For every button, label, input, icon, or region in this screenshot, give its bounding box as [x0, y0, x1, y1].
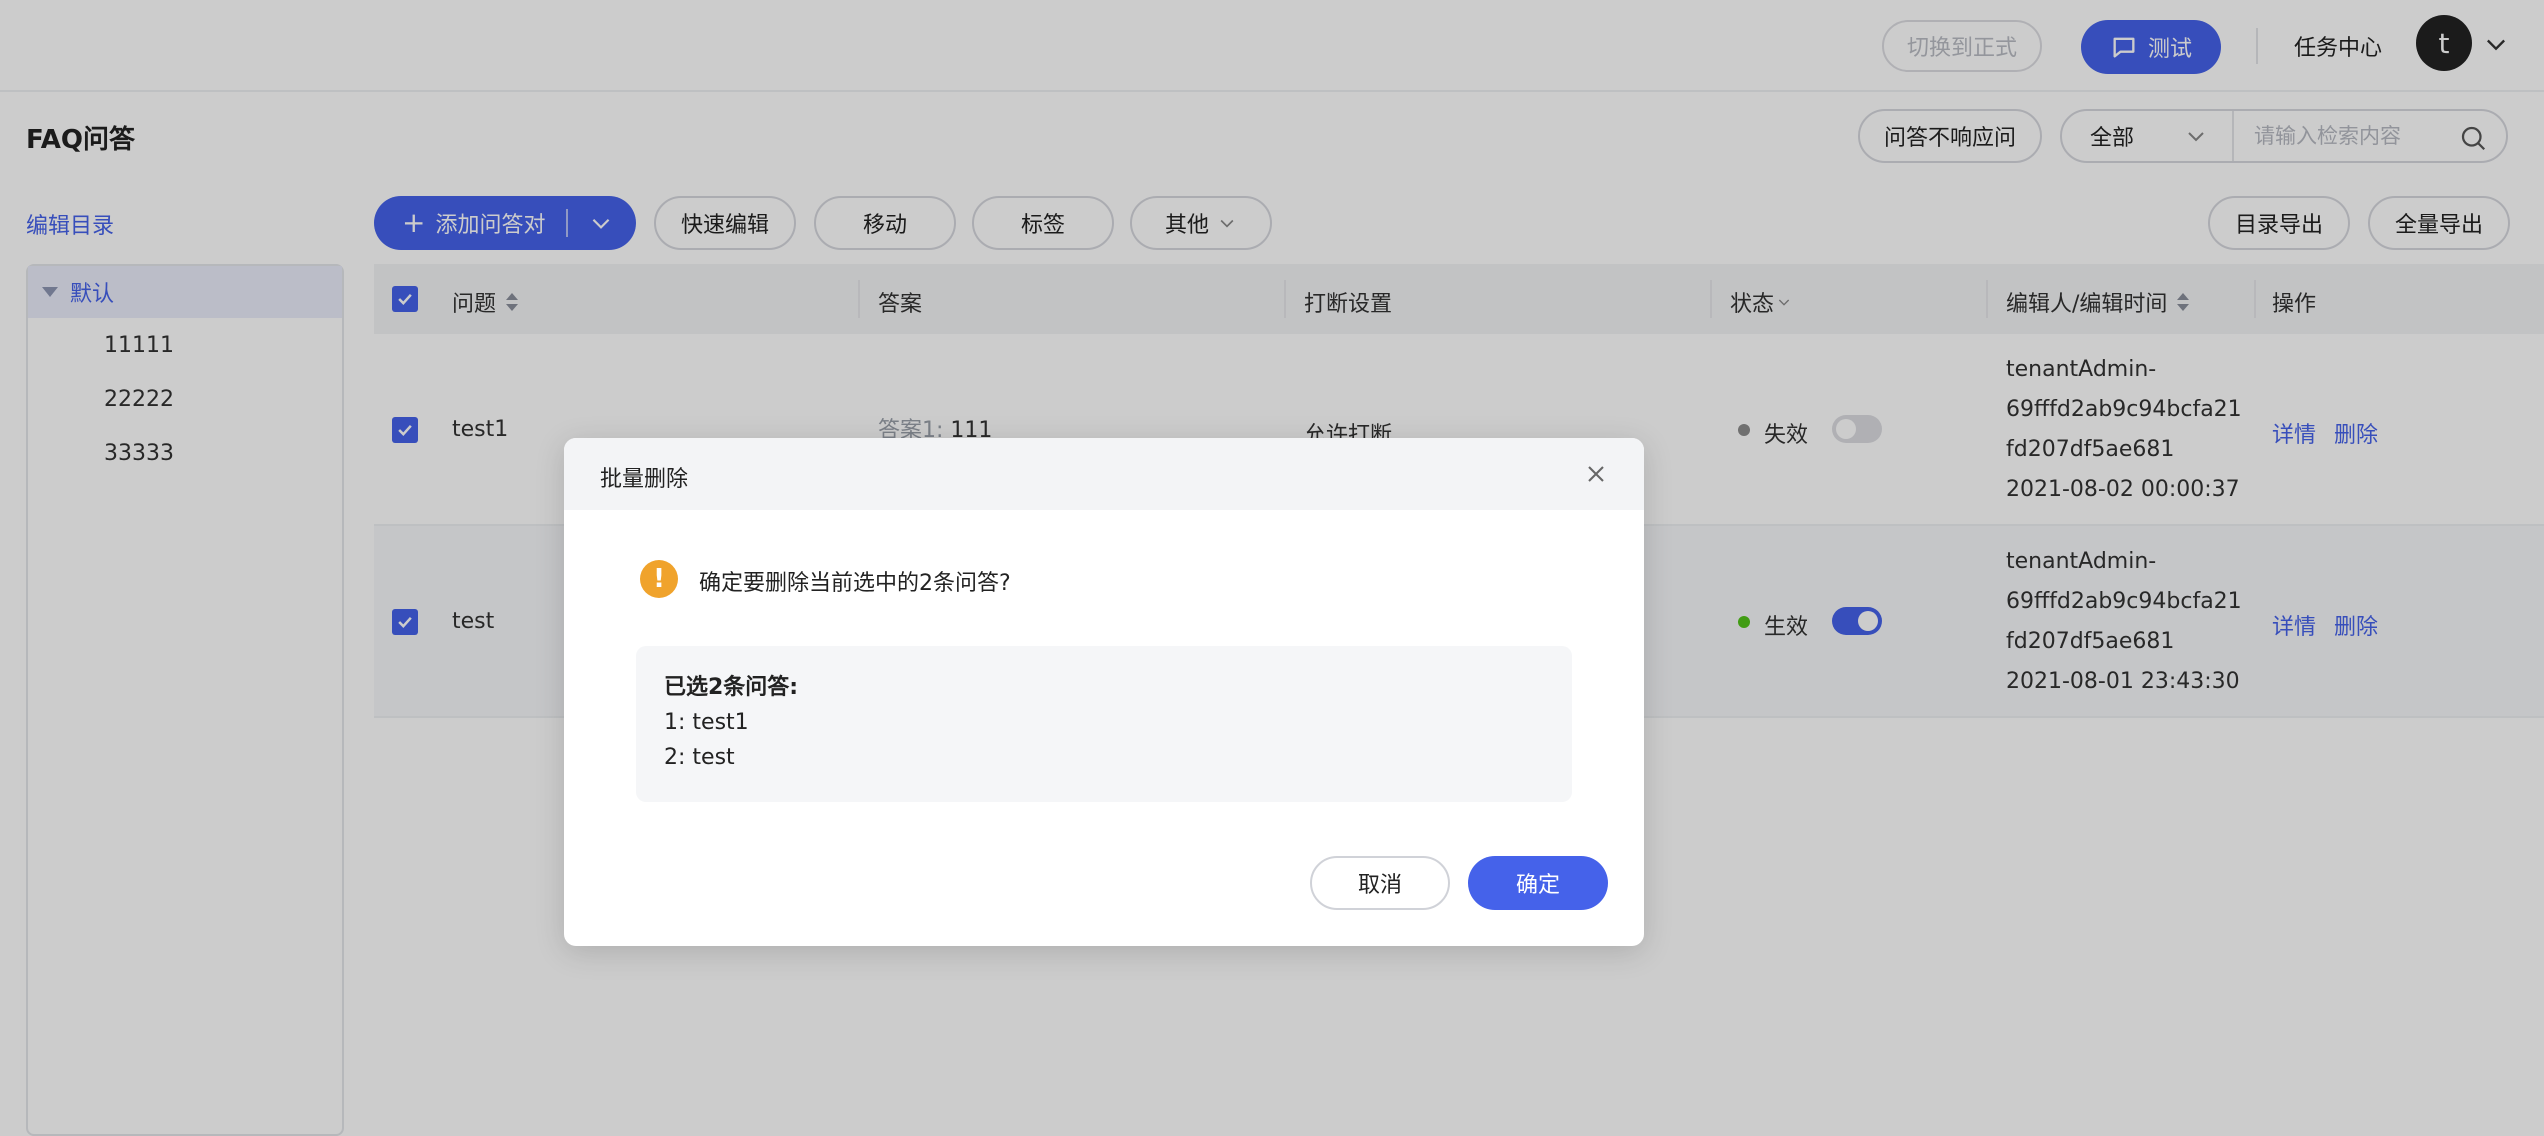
- dialog-title: 批量删除: [600, 467, 689, 492]
- cancel-button[interactable]: 取消: [1310, 856, 1450, 910]
- batch-delete-dialog: 批量删除 ! 确定要删除当前选中的2条问答? 已选2条问答: 1: test1 …: [564, 438, 1644, 946]
- warning-icon: !: [640, 560, 678, 598]
- close-icon[interactable]: [1582, 460, 1610, 488]
- selected-items-title: 已选2条问答:: [664, 675, 799, 700]
- dialog-header: 批量删除: [564, 438, 1644, 510]
- selected-items-box: 已选2条问答: 1: test1 2: test: [636, 646, 1572, 802]
- selected-item: 1: test1: [664, 710, 749, 735]
- confirm-button[interactable]: 确定: [1468, 856, 1608, 910]
- selected-item: 2: test: [664, 745, 735, 770]
- confirm-message: 确定要删除当前选中的2条问答?: [699, 571, 1011, 596]
